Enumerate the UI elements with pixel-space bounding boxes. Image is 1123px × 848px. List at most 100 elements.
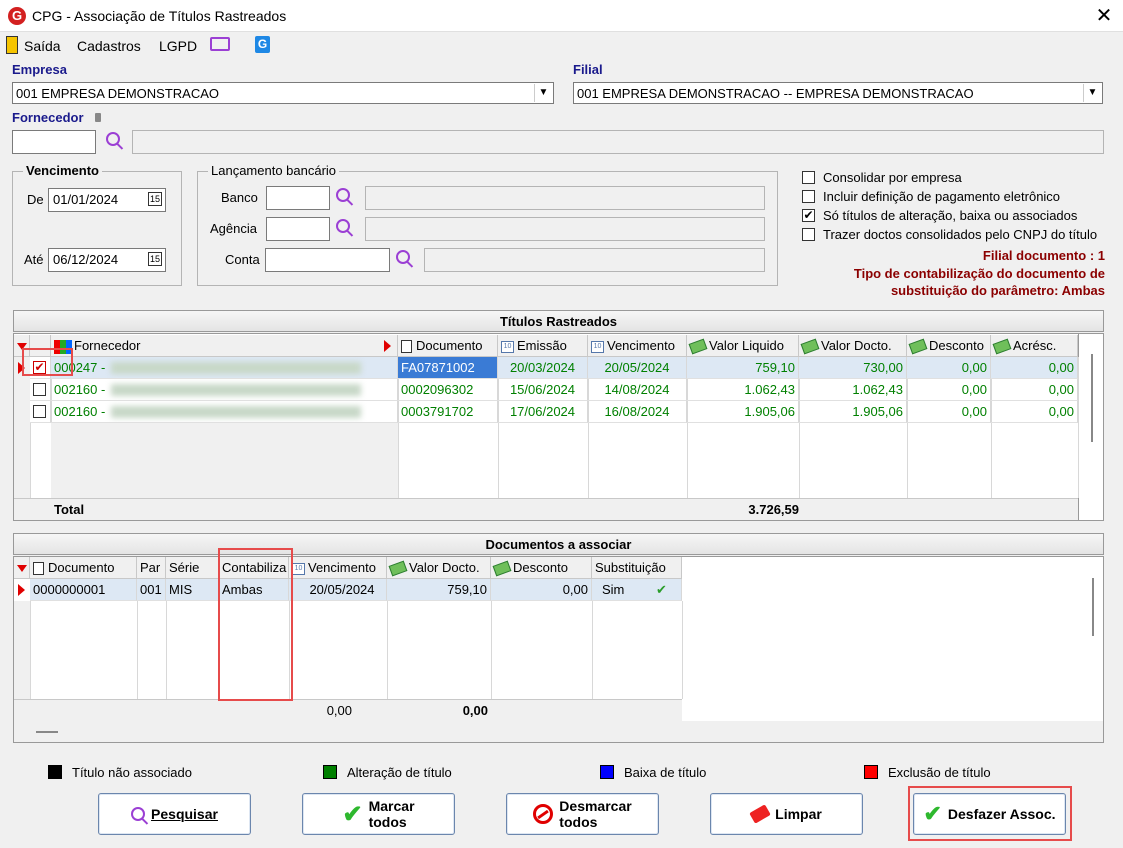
row-checkbox[interactable] (33, 383, 46, 396)
header-emissao[interactable]: 10 Emissão (498, 335, 588, 357)
cell-vencimento[interactable]: 16/08/2024 (588, 401, 687, 423)
cell-emissao[interactable]: 20/03/2024 (498, 357, 588, 379)
filial-select[interactable]: 001 EMPRESA DEMONSTRACAO -- EMPRESA DEMO… (573, 82, 1103, 104)
option-checkbox[interactable] (802, 190, 815, 203)
row-checkbox-cell[interactable] (30, 401, 51, 423)
menu-cadastros[interactable]: Cadastros (77, 38, 141, 54)
row-fornecedor[interactable]: 002160 - (51, 401, 398, 423)
cell-desconto[interactable]: 0,00 (907, 357, 991, 379)
chevron-down-icon[interactable]: ▼ (534, 84, 552, 102)
legend-swatch (323, 765, 337, 779)
cell-documento[interactable]: 0000000001 (30, 579, 137, 601)
menu-saida[interactable]: Saída (24, 38, 61, 54)
row-checkbox[interactable] (33, 405, 46, 418)
g-app-icon[interactable]: G (255, 36, 270, 53)
arrow-right-icon[interactable] (384, 340, 391, 352)
ate-date-input[interactable]: 06/12/2024 15 (48, 248, 166, 272)
cell-desconto[interactable]: 0,00 (491, 579, 592, 601)
empty-area (51, 423, 398, 498)
cell-serie[interactable]: MIS (166, 579, 219, 601)
search-icon[interactable] (336, 219, 350, 233)
header-valor[interactable]: Valor Docto. (387, 557, 491, 579)
header-serie[interactable]: Série (166, 557, 219, 579)
banco-input[interactable] (266, 186, 330, 210)
cell-liquido[interactable]: 1.062,43 (687, 379, 799, 401)
header-serie-label: Série (169, 560, 200, 575)
option-checkbox[interactable] (802, 228, 815, 241)
exit-icon[interactable] (6, 36, 18, 54)
header-desconto[interactable]: Desconto (907, 335, 991, 357)
header-subst[interactable]: Substituição (592, 557, 682, 579)
pesquisar-button[interactable]: Pesquisar (98, 793, 251, 835)
cell-vencimento[interactable]: 20/05/2024 (588, 357, 687, 379)
chevron-down-icon[interactable]: ▼ (1083, 84, 1101, 102)
menu-lgpd[interactable]: LGPD (159, 38, 197, 54)
conta-input[interactable] (265, 248, 390, 272)
sort-indicator[interactable] (14, 557, 30, 579)
cell-docto[interactable]: 1.062,43 (799, 379, 907, 401)
cell-acresc[interactable]: 0,00 (991, 379, 1078, 401)
cell-subst[interactable]: Sim ✔ (592, 579, 682, 601)
documentos-scrollbar[interactable] (1092, 578, 1094, 636)
header-desconto[interactable]: Desconto (491, 557, 592, 579)
pesquisar-label: Pesquisar (151, 806, 218, 822)
agencia-input[interactable] (266, 217, 330, 241)
row-checkbox-cell[interactable] (30, 379, 51, 401)
conta-label: Conta (225, 252, 260, 267)
header-vencimento[interactable]: 10 Vencimento (588, 335, 687, 357)
banco-name-field (365, 186, 765, 210)
row-fornecedor[interactable]: 000247 - (51, 357, 398, 379)
total-value: 3.726,59 (748, 502, 799, 517)
cell-liquido[interactable]: 759,10 (687, 357, 799, 379)
cell-liquido[interactable]: 1.905,06 (687, 401, 799, 423)
header-fornecedor[interactable]: Fornecedor (51, 335, 398, 357)
desmarcar-todos-button[interactable]: Desmarcar todos (506, 793, 659, 835)
current-row-icon (18, 584, 25, 596)
filial-documento-info: Filial documento : 1 (982, 248, 1105, 263)
header-vencimento[interactable]: 10 Vencimento (289, 557, 387, 579)
cell-documento[interactable]: 0003791702 (398, 401, 498, 423)
cell-docto[interactable]: 730,00 (799, 357, 907, 379)
row-fornecedor[interactable]: 002160 - (51, 379, 398, 401)
search-icon[interactable] (336, 188, 350, 202)
cell-subst-value: Sim (602, 582, 625, 597)
option-checkbox[interactable] (802, 171, 815, 184)
header-acresc[interactable]: Acrésc. (991, 335, 1078, 357)
cell-vencimento[interactable]: 20/05/2024 (289, 579, 387, 601)
search-icon[interactable] (106, 132, 120, 146)
titulos-scrollbar[interactable] (1079, 333, 1104, 521)
header-documento[interactable]: Documento (30, 557, 137, 579)
documentos-footer (14, 721, 1103, 742)
cell-acresc[interactable]: 0,00 (991, 401, 1078, 423)
header-valor-liquido[interactable]: Valor Liquido (687, 335, 799, 357)
cell-emissao[interactable]: 17/06/2024 (498, 401, 588, 423)
cell-par[interactable]: 001 (137, 579, 166, 601)
calendar-icon[interactable]: 15 (148, 252, 162, 266)
calendar-icon[interactable]: 15 (148, 192, 162, 206)
documentos-title: Documentos a associar (13, 533, 1104, 555)
close-icon[interactable]: ✕ (1092, 3, 1116, 28)
cell-vencimento[interactable]: 14/08/2024 (588, 379, 687, 401)
cell-documento[interactable]: FA07871002 (398, 357, 498, 379)
header-documento[interactable]: Documento (398, 335, 498, 357)
cell-emissao[interactable]: 15/06/2024 (498, 379, 588, 401)
empresa-select[interactable]: 001 EMPRESA DEMONSTRACAO ▼ (12, 82, 554, 104)
blurred-name (111, 384, 361, 396)
cell-acresc[interactable]: 0,00 (991, 357, 1078, 379)
de-date-input[interactable]: 01/01/2024 15 (48, 188, 166, 212)
cell-desconto[interactable]: 0,00 (907, 401, 991, 423)
cell-docto[interactable]: 1.905,06 (799, 401, 907, 423)
fornecedor-code-input[interactable] (12, 130, 96, 154)
search-icon[interactable] (396, 250, 410, 264)
option-checkbox[interactable]: ✔ (802, 209, 815, 222)
marcar-todos-button[interactable]: ✔ Marcar todos (302, 793, 455, 835)
cell-documento[interactable]: 0002096302 (398, 379, 498, 401)
header-par[interactable]: Par (137, 557, 166, 579)
monitor-icon[interactable] (210, 37, 230, 51)
grid-line (682, 601, 683, 699)
cell-valor[interactable]: 759,10 (387, 579, 491, 601)
cell-desconto[interactable]: 0,00 (907, 379, 991, 401)
header-valor-docto[interactable]: Valor Docto. (799, 335, 907, 357)
limpar-button[interactable]: Limpar (710, 793, 863, 835)
total-desconto: 0,00 (462, 703, 488, 718)
